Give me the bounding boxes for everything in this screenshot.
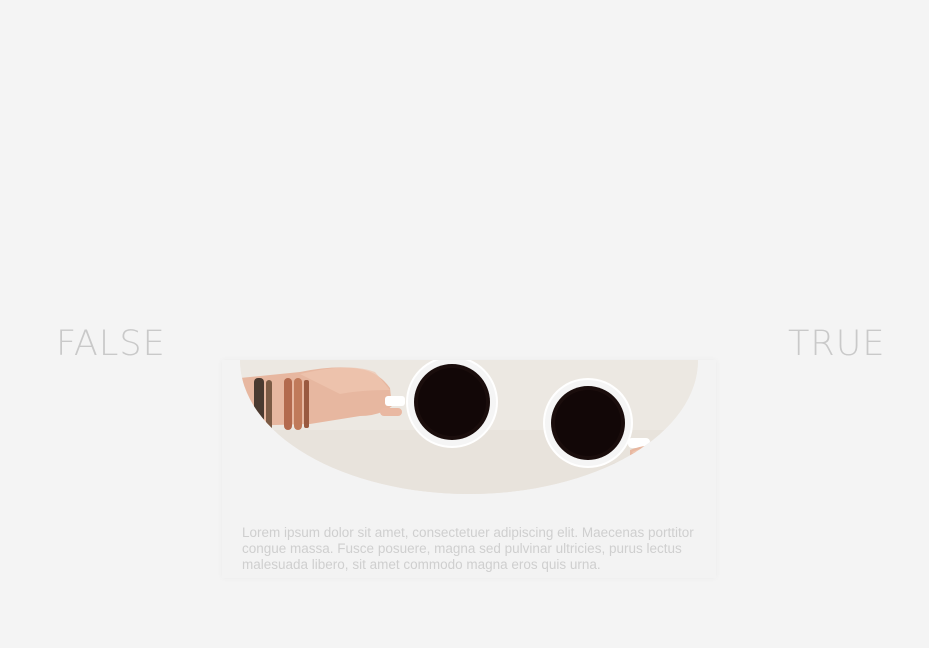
coffee-card: Coffee Lorem ipsum dolor sit amet, conse…: [222, 360, 716, 578]
card-title: Coffee: [609, 460, 686, 487]
card-body-text: Lorem ipsum dolor sit amet, consectetuer…: [242, 525, 694, 572]
true-label[interactable]: TRUE: [788, 322, 885, 366]
card-image: Coffee: [240, 360, 698, 494]
page: FALSE TRUE Coffee Lorem ipsum dolor sit …: [0, 0, 929, 648]
false-label[interactable]: FALSE: [56, 322, 166, 366]
